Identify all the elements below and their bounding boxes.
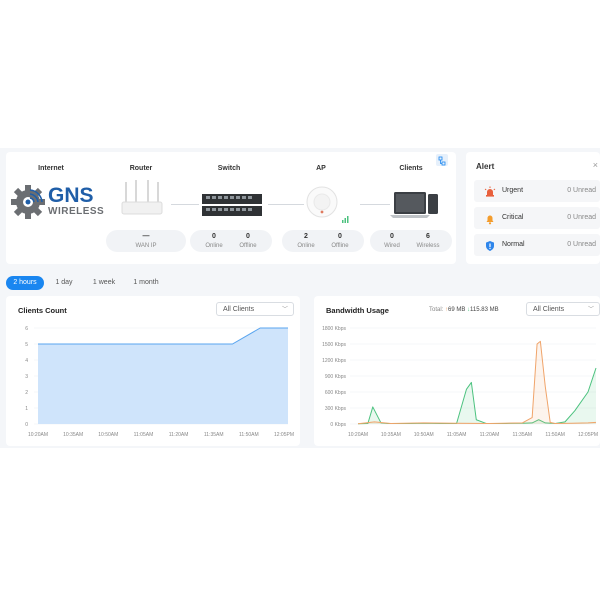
alert-card: Alert × Urgent 0 Unread Critical 0 Unrea… xyxy=(466,152,600,264)
x-tick-label: 10:20AM xyxy=(348,432,368,438)
y-tick-label: 0 Kbps xyxy=(330,422,346,428)
y-tick-label: 600 Kbps xyxy=(325,390,347,396)
clients-wired-label: Wired xyxy=(384,243,400,249)
upload-series-line xyxy=(357,340,597,425)
x-tick-label: 11:35AM xyxy=(512,432,532,438)
alert-row-critical[interactable]: Critical 0 Unread xyxy=(474,207,600,229)
bell-icon xyxy=(484,212,496,225)
switch-ap-link xyxy=(268,204,304,205)
y-tick-label: 5 xyxy=(25,342,28,348)
wan-ip-stat: — WAN IP xyxy=(106,230,186,252)
ap-online-value: 2 xyxy=(304,233,308,240)
wan-ip-label: WAN IP xyxy=(135,243,157,249)
alert-normal-label: Normal xyxy=(502,241,525,248)
ap-label: AP xyxy=(316,165,326,172)
close-icon[interactable]: × xyxy=(593,160,598,170)
switch-offline-label: Offline xyxy=(239,243,257,249)
alert-row-urgent[interactable]: Urgent 0 Unread xyxy=(474,180,600,202)
tab-1-day[interactable]: 1 day xyxy=(48,276,80,290)
y-tick-label: 1800 Kbps xyxy=(322,326,346,332)
switch-stats: 0 Online 0 Offline xyxy=(190,230,272,252)
tab-1-month[interactable]: 1 month xyxy=(126,276,166,290)
switch-label: Switch xyxy=(217,165,241,172)
switch-offline-value: 0 xyxy=(246,233,250,240)
clients-count-chart: 0 1 2 3 4 5 6 10:20AM 10:35AM 10:50AM 11:05AM 11:20… xyxy=(25,326,294,438)
router-label: Router xyxy=(129,165,153,172)
ap-offline-label: Offline xyxy=(331,243,349,249)
alert-urgent-label: Urgent xyxy=(502,187,524,194)
y-tick-label: 3 xyxy=(25,374,28,380)
y-tick-label: 1 xyxy=(25,406,28,412)
internet-label: Internet xyxy=(38,165,64,172)
x-tick-label: 11:05AM xyxy=(447,432,467,438)
x-tick-label: 10:35AM xyxy=(63,432,83,438)
x-tick-label: 11:20AM xyxy=(169,432,189,438)
clients-wireless-value: 6 xyxy=(426,233,430,240)
clients-count-card: Clients Count All Clients ﹀ 0 1 2 3 4 5 6 10:20… xyxy=(6,296,300,446)
alert-urgent-unread: 0 Unread xyxy=(567,187,596,194)
x-tick-label: 11:50AM xyxy=(239,432,259,438)
ap-online-label: Online xyxy=(297,243,315,249)
clients-wireless-label: Wireless xyxy=(416,243,440,249)
download-series-line xyxy=(357,367,597,425)
switch-online-label: Online xyxy=(205,243,223,249)
y-tick-label: 900 Kbps xyxy=(325,374,347,380)
ap-clients-link xyxy=(360,204,390,205)
alert-title: Alert xyxy=(476,162,495,171)
alert-normal-unread: 0 Unread xyxy=(567,241,596,248)
tab-1-week[interactable]: 1 week xyxy=(86,276,122,290)
wan-ip-value: — xyxy=(142,233,150,240)
bandwidth-usage-chart: 0 Kbps 300 Kbps 600 Kbps 900 Kbps 1200 Kbps 1… xyxy=(322,326,598,438)
x-tick-label: 11:50AM xyxy=(545,432,565,438)
x-tick-label: 12:05PM xyxy=(578,432,598,438)
logo-text-wireless: WIRELESS xyxy=(48,206,104,217)
ap-stats: 2 Online 0 Offline xyxy=(282,230,364,252)
x-tick-label: 12:05PM xyxy=(274,432,294,438)
switch-image[interactable] xyxy=(200,192,264,220)
x-tick-label: 10:50AM xyxy=(414,432,434,438)
y-tick-label: 0 xyxy=(25,422,28,428)
alert-critical-unread: 0 Unread xyxy=(567,214,596,221)
x-tick-label: 10:35AM xyxy=(381,432,401,438)
clients-devices-image[interactable] xyxy=(390,188,440,222)
logo-text-gns: GNS xyxy=(48,184,94,207)
clients-area-fill xyxy=(38,328,288,424)
switch-online-value: 0 xyxy=(212,233,216,240)
clients-label: Clients xyxy=(399,165,423,172)
x-tick-label: 10:50AM xyxy=(98,432,118,438)
router-image[interactable] xyxy=(118,180,166,220)
access-point-image[interactable] xyxy=(304,184,340,220)
alert-row-normal[interactable]: Normal 0 Unread xyxy=(474,234,600,256)
alert-critical-label: Critical xyxy=(502,214,524,221)
clients-stats: 0 Wired 6 Wireless xyxy=(370,230,452,252)
network-topology-card: Internet Router Switch AP Clients GNS WI… xyxy=(6,152,456,264)
gns-wireless-logo: GNS WIRELESS xyxy=(8,178,112,224)
ap-offline-value: 0 xyxy=(338,233,342,240)
y-tick-label: 1200 Kbps xyxy=(322,358,346,364)
x-tick-label: 11:35AM xyxy=(204,432,224,438)
y-tick-label: 1500 Kbps xyxy=(322,342,346,348)
bandwidth-usage-card: Bandwidth Usage Total: ↑69 MB ↓115.83 MB… xyxy=(314,296,600,446)
y-tick-label: 4 xyxy=(25,358,28,364)
x-tick-label: 11:20AM xyxy=(480,432,500,438)
x-tick-label: 10:20AM xyxy=(28,432,48,438)
y-tick-label: 6 xyxy=(25,326,28,332)
y-tick-label: 300 Kbps xyxy=(325,406,347,412)
shield-icon xyxy=(484,239,496,251)
clients-wired-value: 0 xyxy=(390,233,394,240)
tab-2-hours[interactable]: 2 hours xyxy=(6,276,44,290)
x-tick-label: 11:05AM xyxy=(134,432,154,438)
download-area-fill xyxy=(358,368,596,424)
siren-icon xyxy=(484,185,496,197)
upload-area-fill xyxy=(358,341,596,424)
signal-bars-icon xyxy=(342,210,350,223)
router-switch-link xyxy=(171,204,199,205)
y-tick-label: 2 xyxy=(25,390,28,396)
